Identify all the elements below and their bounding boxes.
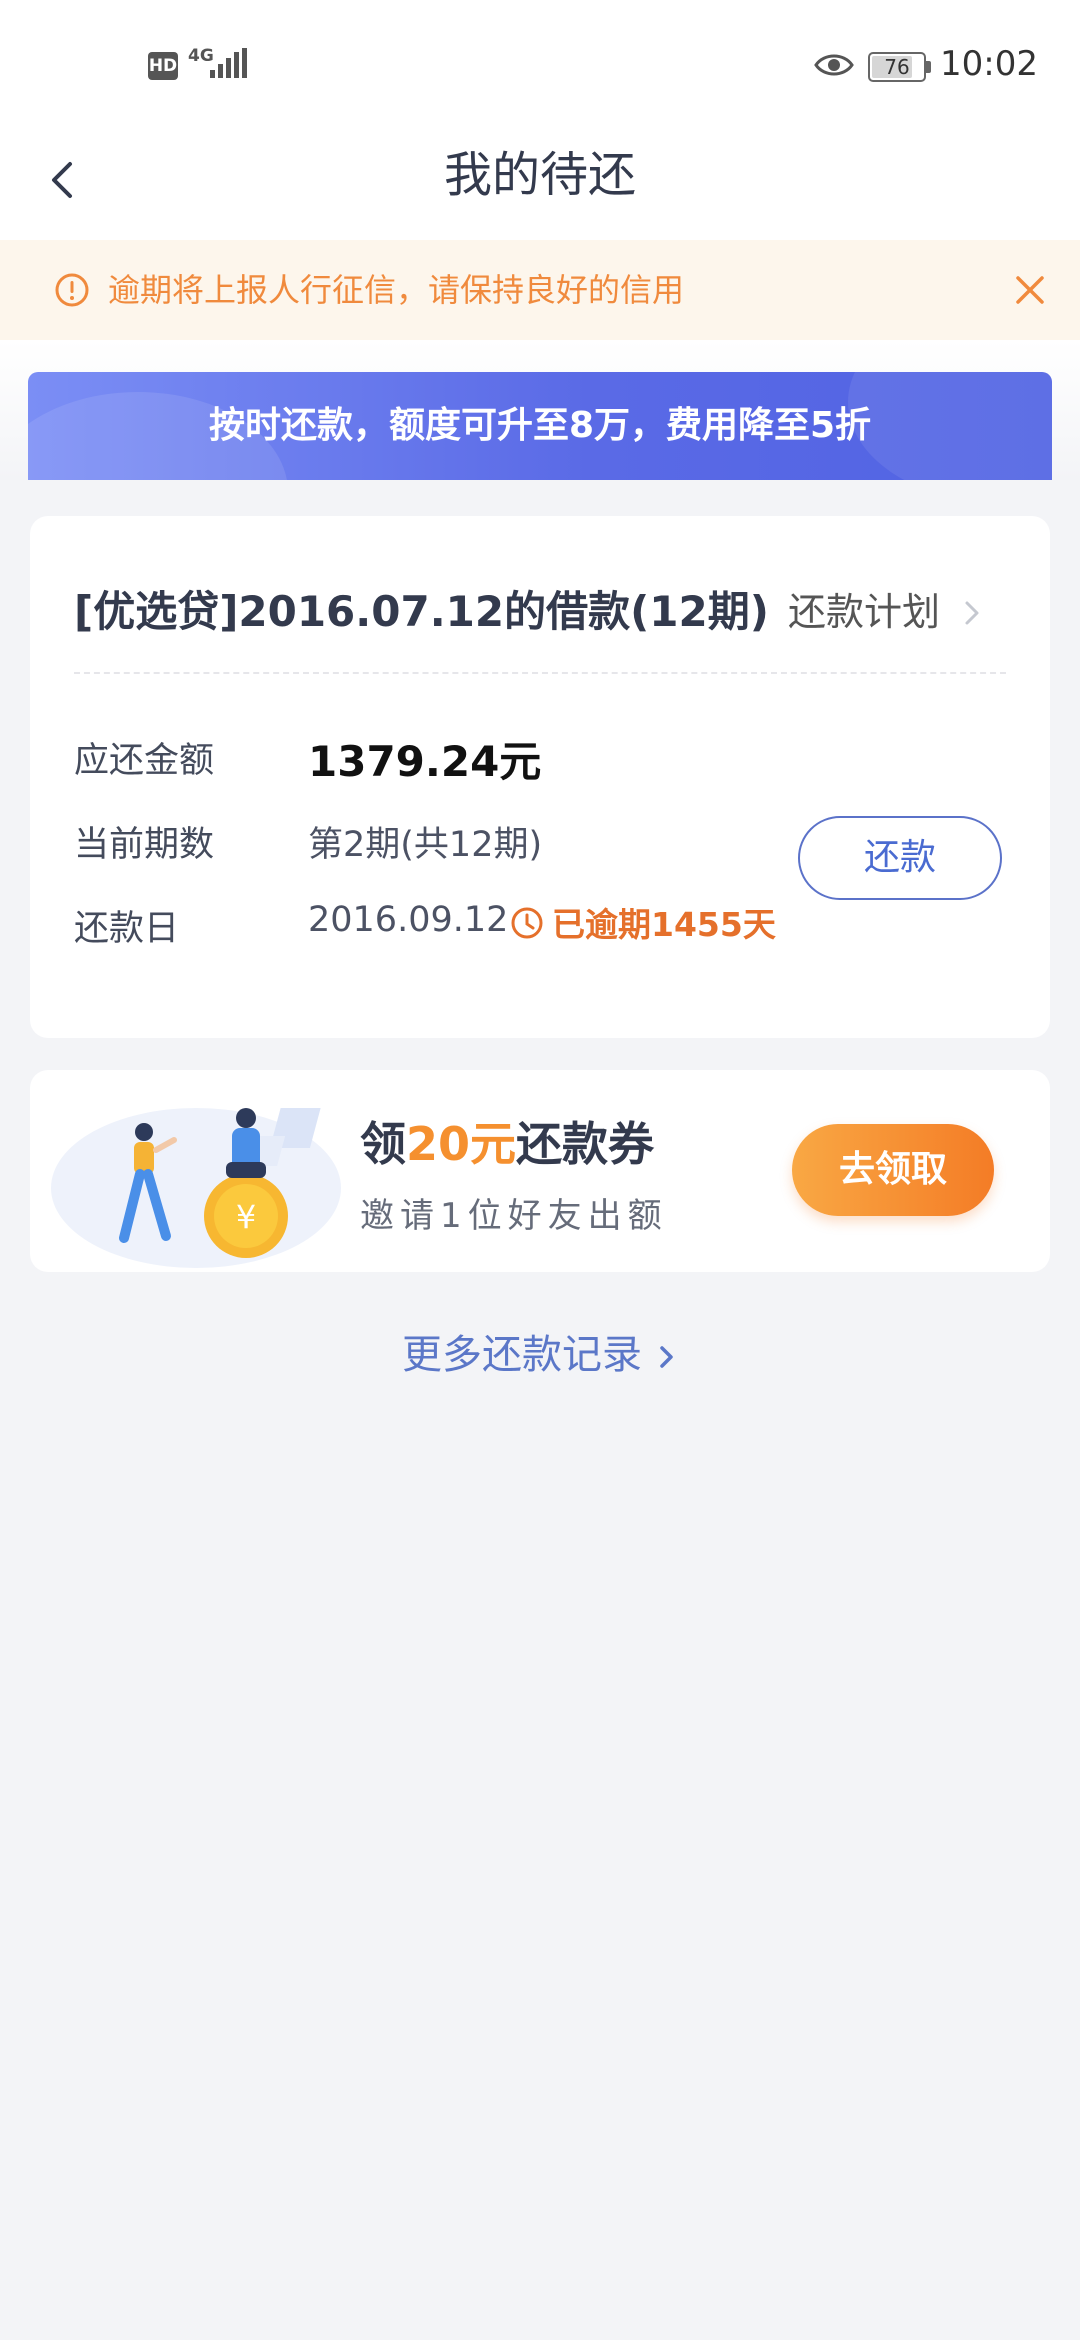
battery-icon: 76: [868, 52, 926, 82]
chevron-right-icon: [660, 1346, 673, 1368]
coupon-title-prefix: 领: [360, 1117, 406, 1171]
divider: [74, 672, 1006, 674]
due-date-label: 还款日: [74, 909, 180, 949]
claim-coupon-button[interactable]: 去领取: [792, 1124, 994, 1216]
nav-bar: 我的待还: [0, 130, 1080, 240]
clock: 10:02: [940, 44, 1038, 84]
repay-button[interactable]: 还款: [798, 816, 1002, 900]
loan-title: [优选贷]2016.07.12的借款(12期): [74, 587, 769, 636]
due-date-value: 2016.09.12: [308, 900, 509, 940]
amount-label: 应还金额: [74, 741, 215, 781]
battery-level: 76: [884, 55, 910, 79]
coupon-subtitle: 邀请1位好友出额: [360, 1196, 668, 1236]
promo-text: 按时还款，额度可升至8万，费用降至5折: [208, 405, 872, 446]
overdue-status: 已逾期1455天: [552, 905, 776, 944]
coupon-title: 领20元还款券: [360, 1108, 654, 1174]
coupon-title-suffix: 还款券: [516, 1117, 655, 1171]
alert-circle-icon: [55, 273, 89, 307]
more-repayment-records-link[interactable]: 更多还款记录: [0, 1320, 1080, 1390]
promo-banner[interactable]: 按时还款，额度可升至8万，费用降至5折: [28, 372, 1052, 480]
close-icon[interactable]: [1010, 270, 1050, 310]
friends-coin-illustration: ¥: [51, 1108, 341, 1268]
signal-icon: [210, 48, 247, 78]
more-records-label: 更多还款记录: [402, 1332, 642, 1378]
eye-icon: [814, 54, 854, 76]
period-value: 第2期(共12期): [308, 825, 543, 865]
status-bar: HD 4G 76 10:02: [0, 0, 1080, 130]
period-label: 当前期数: [74, 825, 215, 865]
plan-label: 还款计划: [788, 590, 941, 634]
hd-icon: HD: [148, 52, 178, 80]
svg-text:¥: ¥: [236, 1198, 256, 1236]
credit-notice-bar: 逾期将上报人行征信，请保持良好的信用: [0, 240, 1080, 340]
coupon-card[interactable]: ¥ 领20元还款券 邀请1位好友出额 去领取: [30, 1070, 1050, 1272]
repayment-plan-link[interactable]: 还款计划: [788, 562, 940, 662]
clock-icon: [511, 907, 543, 939]
page-title: 我的待还: [443, 147, 636, 203]
amount-value: 1379.24元: [308, 737, 542, 786]
loan-card: [优选贷]2016.07.12的借款(12期) 还款计划 应还金额 1379.2…: [30, 516, 1050, 1038]
coupon-amount: 20元: [406, 1117, 517, 1171]
battery-cap: [926, 61, 931, 73]
chevron-right-icon[interactable]: [960, 598, 984, 628]
notice-text: 逾期将上报人行征信，请保持良好的信用: [108, 271, 685, 309]
